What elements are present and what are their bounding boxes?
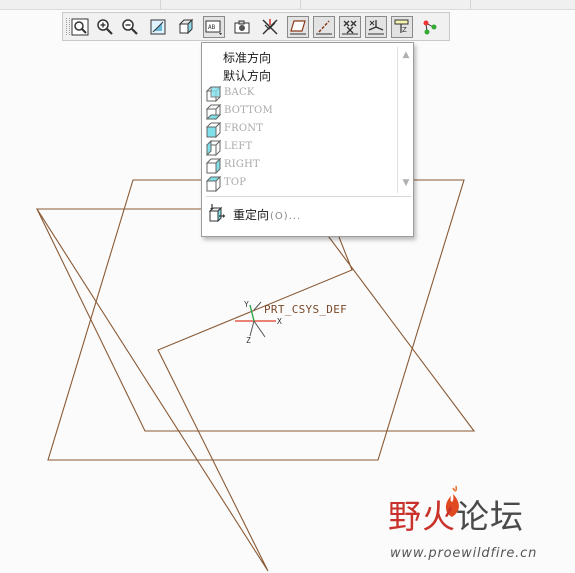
coordinate-systems-icon <box>368 20 384 35</box>
refit-button[interactable] <box>147 16 169 38</box>
watermark-brand-dark: 论坛 <box>456 497 524 536</box>
datum-plane-right[interactable] <box>35 208 353 572</box>
reorient-item[interactable]: 重定向(O)... <box>206 204 406 222</box>
forum-watermark: 野火论坛 www.proewildfire.cn <box>388 484 568 570</box>
svg-text:AB: AB <box>208 24 216 31</box>
shading-icon <box>178 18 194 35</box>
zoom-window-icon <box>71 18 89 36</box>
default-orientation-item[interactable]: 默认方向 <box>223 68 271 84</box>
watermark-url: www.proewildfire.cn <box>390 546 538 561</box>
spin-center-button[interactable] <box>259 16 281 38</box>
view-item-top[interactable]: TOP <box>205 175 395 193</box>
csys-label: PRT_CSYS_DEF <box>264 303 348 316</box>
view-label-top: TOP <box>224 177 247 188</box>
menu-scrollbar[interactable]: ▲ ▼ <box>397 47 414 193</box>
axis-z-label: Z <box>246 336 251 345</box>
datum-points-toggle[interactable] <box>339 16 361 38</box>
spin-center-icon <box>262 19 278 35</box>
model-tree-button[interactable] <box>419 16 441 38</box>
view-manager-button[interactable] <box>231 16 253 38</box>
view-item-right[interactable]: RIGHT <box>205 157 395 175</box>
view-label-bottom: BOTTOM <box>224 105 273 116</box>
shading-button[interactable] <box>175 16 197 38</box>
scroll-up-icon[interactable]: ▲ <box>400 49 412 61</box>
reorient-shortcut: (O)... <box>270 211 302 222</box>
datum-points-icon <box>342 20 358 35</box>
reorient-label: 重定向(O)... <box>233 208 302 222</box>
zoom-out-icon <box>122 19 138 35</box>
cube-view-icon <box>205 176 222 192</box>
view-manager-icon <box>234 20 250 34</box>
view-label-front: FRONT <box>224 123 264 134</box>
cube-view-icon <box>205 104 222 120</box>
watermark-title: 野火论坛 <box>388 490 524 538</box>
datum-axes-icon <box>316 20 332 35</box>
cube-view-icon <box>205 140 222 156</box>
refit-icon <box>150 19 166 35</box>
view-label-right: RIGHT <box>224 159 260 170</box>
zoom-out-button[interactable] <box>119 16 141 38</box>
zoom-in-icon <box>97 19 113 35</box>
watermark-brand-red: 野火 <box>388 497 456 536</box>
axis-x-label: X <box>277 317 282 326</box>
view-item-front[interactable]: FRONT <box>205 121 395 139</box>
coordinate-systems-toggle[interactable] <box>365 16 387 38</box>
zoom-in-button[interactable] <box>94 16 116 38</box>
annotations-toggle[interactable]: Z <box>391 16 413 38</box>
view-item-left[interactable]: LEFT <box>205 139 395 157</box>
svg-text:Z: Z <box>402 26 407 34</box>
cube-view-icon <box>205 158 222 174</box>
view-item-bottom[interactable]: BOTTOM <box>205 103 395 121</box>
scroll-down-icon[interactable]: ▼ <box>400 177 412 189</box>
model-tree-icon <box>423 20 437 35</box>
view-item-back[interactable]: BACK <box>205 85 395 103</box>
datum-axes-toggle[interactable] <box>313 16 335 38</box>
saved-views-button[interactable]: AB <box>203 16 225 38</box>
standard-orientation-item[interactable]: 标准方向 <box>223 50 271 66</box>
cube-view-icon <box>205 122 222 138</box>
zoom-window-button[interactable] <box>69 16 91 38</box>
axis-y-label: Y <box>244 300 249 309</box>
datum-plane-top[interactable] <box>36 208 476 432</box>
top-window-strip <box>0 0 575 10</box>
annotations-icon: Z <box>394 19 409 34</box>
view-label-left: LEFT <box>224 141 253 152</box>
saved-views-menu: 标准方向 默认方向 BACK BOTTOM FRONT LEFT RIGHT T… <box>201 42 414 237</box>
datum-planes-toggle[interactable] <box>287 16 309 38</box>
view-label-back: BACK <box>224 87 255 98</box>
datum-planes-icon <box>290 20 306 35</box>
cube-view-icon <box>205 86 222 102</box>
saved-views-icon: AB <box>205 20 222 35</box>
view-toolbar: AB Z <box>62 12 450 41</box>
saved-views-list: 标准方向 默认方向 BACK BOTTOM FRONT LEFT RIGHT T… <box>202 43 398 193</box>
menu-divider <box>206 196 411 197</box>
reorient-icon <box>208 204 225 222</box>
